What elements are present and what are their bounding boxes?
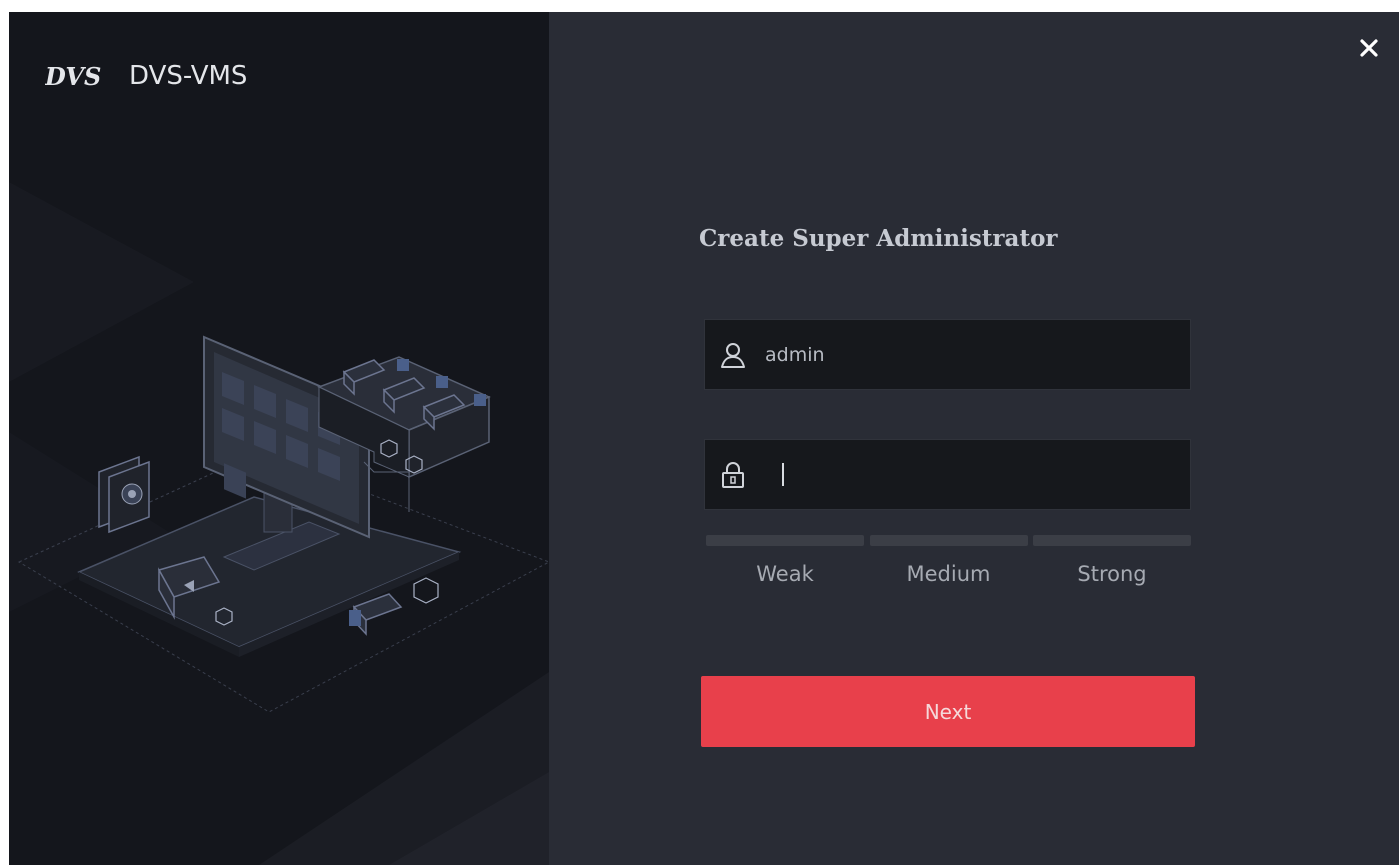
close-icon xyxy=(1360,39,1378,57)
strength-bar-weak xyxy=(706,535,864,546)
user-icon xyxy=(719,341,747,369)
strength-label-medium: Medium xyxy=(906,562,991,586)
close-button[interactable] xyxy=(1357,36,1381,60)
lock-icon xyxy=(719,461,747,489)
password-field[interactable] xyxy=(704,439,1191,510)
video-surveillance-illustration xyxy=(17,335,549,712)
strength-bar-medium xyxy=(869,535,1028,546)
branding-panel: DVS DVS-VMS xyxy=(9,12,549,865)
strength-label-strong: Strong xyxy=(1077,562,1147,586)
form-title: Create Super Administrator xyxy=(699,225,1058,252)
dvs-logo-icon: DVS xyxy=(45,62,101,91)
text-caret xyxy=(782,463,784,486)
strength-bar-strong xyxy=(1033,535,1191,546)
next-button[interactable]: Next xyxy=(701,676,1195,747)
svg-text:DVS: DVS xyxy=(45,62,101,91)
password-strength-meter: Weak Medium Strong xyxy=(706,535,1191,586)
brand: DVS DVS-VMS xyxy=(45,56,247,96)
username-input[interactable] xyxy=(765,320,1190,389)
setup-window: DVS DVS-VMS Create Super Administrator a… xyxy=(9,12,1399,865)
username-field[interactable] xyxy=(704,319,1191,390)
app-name: DVS-VMS xyxy=(129,61,248,91)
strength-label-weak: Weak xyxy=(756,562,814,586)
password-input[interactable] xyxy=(765,440,1190,509)
